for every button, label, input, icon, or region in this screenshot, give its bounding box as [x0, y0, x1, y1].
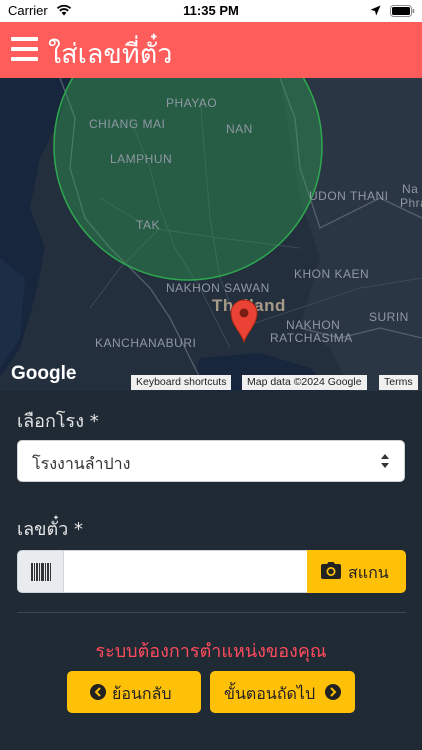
map-view[interactable]: PHAYAO CHIANG MAI NAN LAMPHUN UDON THANI… — [0, 78, 422, 391]
map-terrain — [0, 78, 422, 391]
map-label-phra-partial: Phra — [400, 196, 422, 210]
map-label-nakhon-phanom-partial: Na — [402, 182, 419, 196]
map-data-attribution: Map data ©2024 Google — [242, 375, 367, 390]
select-arrows-icon — [381, 454, 389, 468]
ticket-label: เลขตั๋ว * — [17, 519, 84, 540]
next-step-button[interactable]: ขั้นตอนถัดไป — [210, 671, 355, 713]
camera-icon — [321, 562, 341, 579]
map-label-tak: TAK — [136, 218, 160, 232]
ticket-input-group: สแกน — [17, 550, 406, 593]
scan-button[interactable]: สแกน — [307, 550, 406, 593]
app-header: ใส่เลขที่ตั๋ว — [0, 22, 422, 78]
barcode-icon — [31, 563, 51, 581]
map-label-kanchanaburi: KANCHANABURI — [95, 336, 197, 350]
status-time: 11:35 PM — [183, 3, 239, 18]
map-label-lamphun: LAMPHUN — [110, 152, 173, 166]
location-warning-text: ระบบต้องการตำแหน่งของคุณ — [95, 641, 327, 662]
ticket-number-input[interactable] — [63, 550, 308, 593]
battery-icon — [390, 5, 415, 17]
factory-selected-value: โรงงานลำปาง — [32, 454, 131, 473]
terms-link[interactable]: Terms — [379, 375, 418, 390]
barcode-addon — [17, 550, 64, 593]
map-pin-icon[interactable] — [229, 299, 259, 343]
map-label-chiang-mai: CHIANG MAI — [89, 117, 166, 131]
map-label-nan: NAN — [226, 122, 253, 136]
status-bar: Carrier 11:35 PM — [0, 0, 422, 22]
map-label-phayao: PHAYAO — [166, 96, 218, 110]
factory-label: เลือกโรง * — [17, 411, 99, 432]
map-label-nakhon-ratchasima-line2: RATCHASIMA — [270, 331, 353, 345]
back-button[interactable]: ย้อนกลับ — [67, 671, 201, 713]
map-label-nakhon-ratchasima-line1: NAKHON — [286, 318, 341, 332]
scan-button-label: สแกน — [348, 563, 389, 582]
keyboard-shortcuts-link[interactable]: Keyboard shortcuts — [131, 375, 232, 390]
google-logo: Google — [11, 363, 77, 384]
next-button-label: ขั้นตอนถัดไป — [224, 684, 316, 703]
back-button-label: ย้อนกลับ — [112, 684, 172, 703]
map-label-nakhon-sawan: NAKHON SAWAN — [166, 281, 270, 295]
map-label-udon-thani: UDON THANI — [309, 189, 389, 203]
chevron-left-circle-icon — [90, 684, 106, 700]
map-label-surin: SURIN — [369, 310, 409, 324]
page-title: ใส่เลขที่ตั๋ว — [48, 39, 173, 70]
factory-select[interactable]: โรงงานลำปาง — [17, 440, 405, 482]
location-arrow-icon — [370, 5, 381, 16]
form-divider — [17, 612, 406, 613]
map-label-khon-kaen: KHON KAEN — [294, 267, 370, 281]
chevron-right-circle-icon — [325, 684, 341, 700]
hamburger-menu-icon[interactable] — [11, 37, 38, 61]
